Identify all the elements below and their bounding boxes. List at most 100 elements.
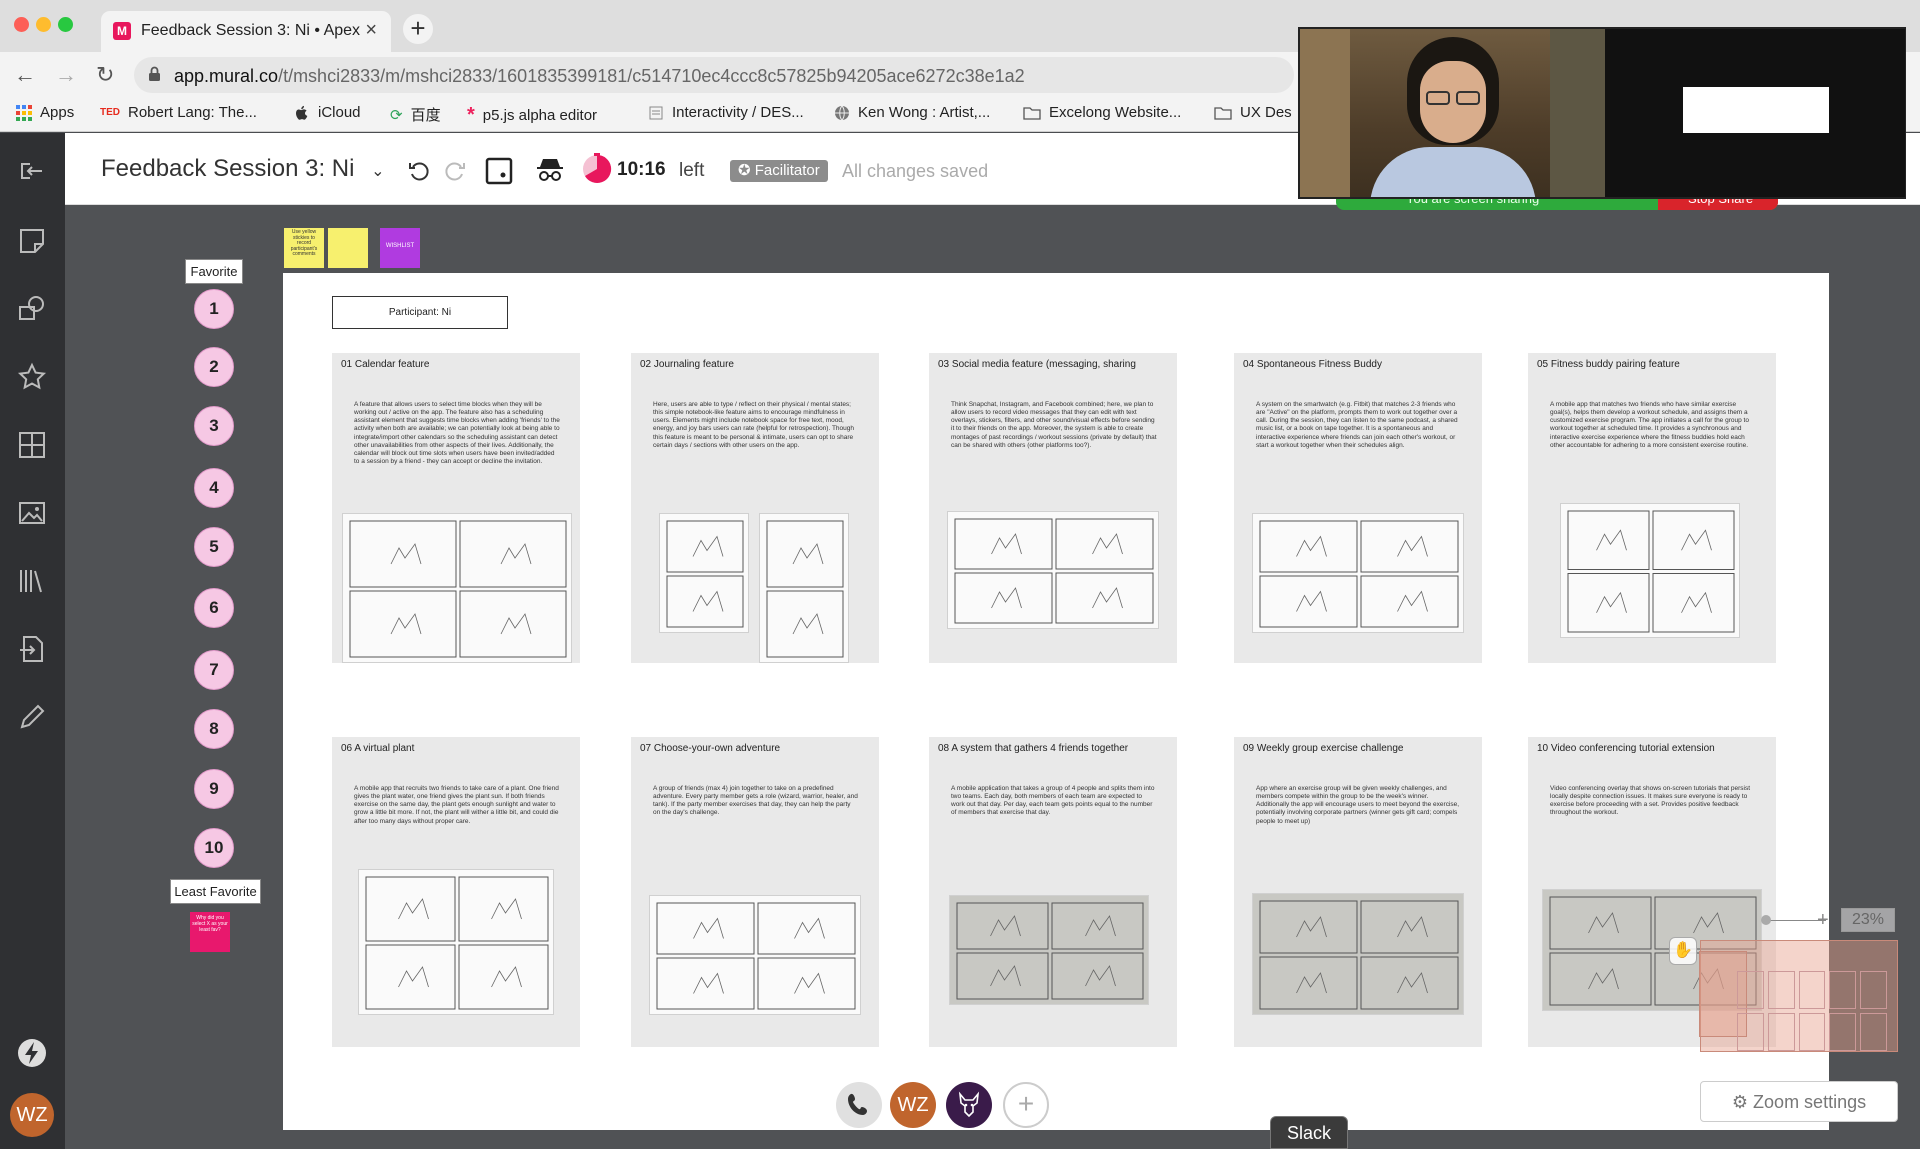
zoom-percentage: 23% [1841, 908, 1895, 932]
concept-card-title: 03 Social media feature (messaging, shar… [938, 359, 1136, 370]
reload-icon[interactable]: ↻ [96, 62, 114, 88]
concept-card[interactable]: 09 Weekly group exercise challenge App wh… [1234, 737, 1482, 1047]
rank-circle[interactable]: 4 [194, 468, 234, 508]
call-button[interactable] [836, 1082, 882, 1128]
bookmark-p5js[interactable]: * p5.js alpha editor [467, 104, 597, 127]
rank-circle[interactable]: 5 [194, 527, 234, 567]
concept-card[interactable]: 06 A virtual plant A mobile app that recr… [332, 737, 580, 1047]
concept-card-description: Here, users are able to type / reflect o… [653, 401, 855, 449]
chevron-down-icon[interactable]: ⌄ [371, 163, 384, 180]
redo-icon[interactable] [443, 159, 467, 183]
lightning-icon[interactable] [16, 1037, 48, 1069]
rank-circle[interactable]: 6 [194, 588, 234, 628]
close-window-button[interactable] [14, 17, 29, 32]
rank-circle[interactable]: 2 [194, 347, 234, 387]
concept-card[interactable]: 04 Spontaneous Fitness Buddy A system on … [1234, 353, 1482, 663]
screen-share-tile [1605, 29, 1905, 197]
minimap-panel[interactable]: ✋ [1669, 937, 1898, 1052]
image-icon[interactable] [16, 497, 48, 529]
call-avatar-initials: WZ [897, 1094, 929, 1116]
rank-circle[interactable]: 3 [194, 406, 234, 446]
user-avatar[interactable]: WZ [10, 1093, 54, 1137]
least-favorite-label: Least Favorite [170, 879, 261, 904]
rank-circle[interactable]: 8 [194, 709, 234, 749]
timer-suffix: left [679, 160, 705, 181]
back-arrow-icon[interactable]: ← [14, 62, 36, 88]
maximize-window-button[interactable] [58, 17, 73, 32]
folder-icon [1214, 106, 1232, 120]
pencil-icon[interactable] [16, 701, 48, 733]
slack-dock-label[interactable]: Slack [1270, 1116, 1348, 1149]
storyboard-panels [766, 520, 844, 658]
sticky-note-blank[interactable] [328, 228, 368, 268]
rank-circle[interactable]: 7 [194, 650, 234, 690]
browser-tab-active[interactable]: M Feedback Session 3: Ni • Apex × [101, 11, 391, 52]
concept-card-description: A mobile application that takes a group … [951, 785, 1155, 817]
rank-circle[interactable]: 10 [194, 828, 234, 868]
star-icon[interactable] [16, 361, 48, 393]
bookmark-baidu[interactable]: ⟳ 百度 [390, 104, 441, 125]
shapes-icon[interactable] [16, 293, 48, 325]
storyboard-sketch-image [358, 869, 554, 1015]
call-participant-avatar[interactable]: WZ [890, 1082, 936, 1128]
outline-icon[interactable] [485, 157, 513, 185]
rank-circle[interactable]: 1 [194, 289, 234, 329]
storyboard-panels [1567, 510, 1735, 633]
bookmark-robert-lang[interactable]: TED Robert Lang: The... [100, 104, 257, 121]
bookmark-apps[interactable]: Apps [16, 104, 74, 121]
anonymous-participant-avatar[interactable] [946, 1082, 992, 1128]
p5-icon: * [467, 104, 475, 126]
new-tab-button[interactable]: + [403, 14, 433, 44]
globe-icon [835, 105, 849, 120]
undo-icon[interactable] [407, 159, 431, 183]
sticky-note-icon[interactable] [16, 225, 48, 257]
url-host: app.mural.co [174, 66, 279, 86]
storyboard-panels [666, 520, 744, 628]
rank-circle[interactable]: 9 [194, 769, 234, 809]
bookmark-label: Interactivity / DES... [672, 104, 804, 121]
storyboard-panels [349, 520, 567, 658]
zoom-settings-button[interactable]: ⚙ Zoom settings [1700, 1081, 1898, 1122]
exit-icon[interactable] [16, 155, 48, 187]
upload-file-icon[interactable] [16, 633, 48, 665]
concept-card-title: 10 Video conferencing tutorial extension [1537, 743, 1715, 754]
hand-pan-icon[interactable]: ✋ [1669, 937, 1697, 965]
private-mode-icon[interactable] [535, 155, 565, 185]
concept-card[interactable]: 02 Journaling feature Here, users are abl… [631, 353, 879, 663]
frameworks-icon[interactable] [16, 429, 48, 461]
minimize-window-button[interactable] [36, 17, 51, 32]
mural-title[interactable]: Feedback Session 3: Ni ⌄ [101, 155, 385, 183]
bookmark-label: Robert Lang: The... [128, 104, 257, 121]
forward-arrow-icon[interactable]: → [55, 62, 77, 88]
bookmark-label: iCloud [318, 104, 361, 121]
concept-card[interactable]: 01 Calendar feature A feature that allows… [332, 353, 580, 663]
bookmark-interactivity[interactable]: Interactivity / DES... [648, 104, 804, 121]
concept-card[interactable]: 05 Fitness buddy pairing feature A mobile… [1528, 353, 1776, 663]
participant-label[interactable]: Participant: Ni [332, 296, 508, 329]
sticky-note-wishlist[interactable]: WISHLIST [380, 228, 420, 268]
concept-card[interactable]: 03 Social media feature (messaging, shar… [929, 353, 1177, 663]
timer-icon[interactable] [581, 153, 613, 185]
lock-icon [149, 66, 160, 81]
bookmark-ux-des[interactable]: UX Des [1214, 104, 1292, 121]
zoom-in-icon[interactable]: + [1817, 909, 1829, 932]
facilitator-badge[interactable]: ✪ Facilitator [730, 160, 828, 182]
video-call-window[interactable] [1298, 27, 1906, 199]
zoom-slider-handle[interactable] [1761, 915, 1771, 925]
library-icon[interactable] [16, 565, 48, 597]
bookmark-label: Excelong Website... [1049, 104, 1182, 121]
bookmark-ken-wong[interactable]: Ken Wong : Artist,... [834, 104, 990, 121]
tab-close-icon[interactable]: × [365, 19, 377, 42]
bookmark-excelong[interactable]: Excelong Website... [1023, 104, 1181, 121]
storyboard-sketch-image [947, 511, 1159, 629]
add-participant-button[interactable]: + [1003, 1082, 1049, 1128]
address-bar[interactable]: app.mural.co/t/mshci2833/m/mshci2833/160… [134, 57, 1294, 93]
bookmark-icloud[interactable]: iCloud [294, 104, 361, 121]
sticky-note-least-fav-question[interactable]: Why did you select X as your least fav? [190, 912, 230, 952]
concept-card[interactable]: 08 A system that gathers 4 friends toget… [929, 737, 1177, 1047]
sticky-note-instructions[interactable]: Use yellow stickies to record participan… [284, 228, 324, 268]
storyboard-sketch-image [659, 513, 749, 633]
concept-card[interactable]: 07 Choose-your-own adventure A group of f… [631, 737, 879, 1047]
concept-card-description: A feature that allows users to select ti… [354, 401, 560, 465]
tab-title: Feedback Session 3: Ni • Apex [141, 22, 361, 39]
